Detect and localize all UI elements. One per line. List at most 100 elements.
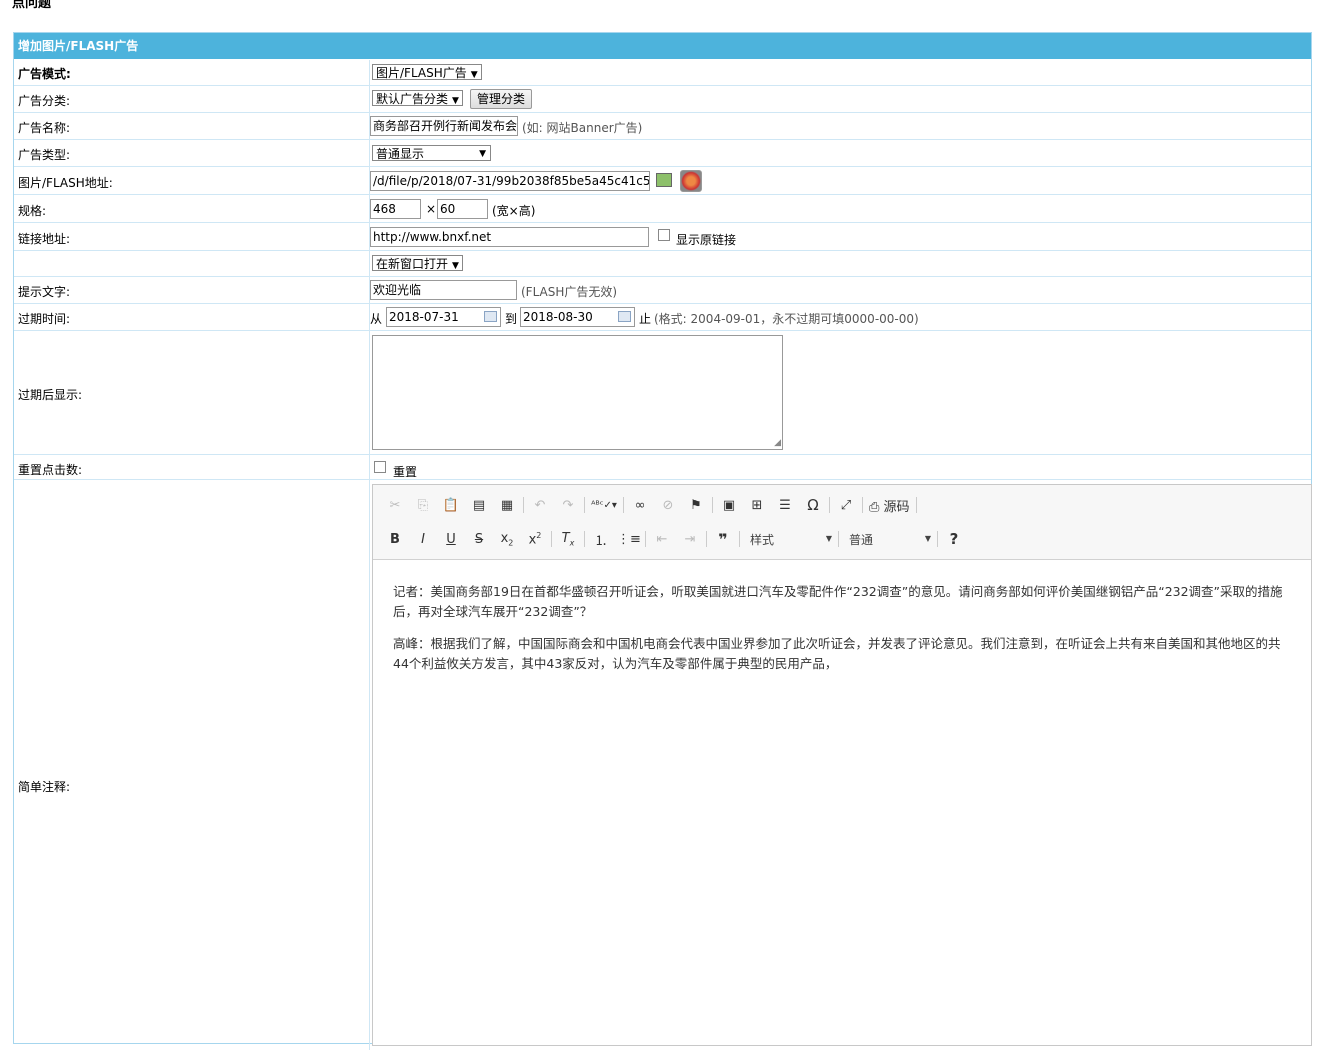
ad-mode-value: 图片/FLASH广告 [376,66,467,80]
style-combo[interactable]: 样式 ▼ [742,531,836,548]
manage-category-button[interactable]: 管理分类 [470,89,533,109]
remove-format-icon[interactable]: Tx [554,531,582,548]
format-combo[interactable]: 普通 ▼ [841,531,935,548]
size-label: 规格: [18,204,47,218]
outdent-icon[interactable]: ⇤ [648,532,676,547]
row-target: 在新窗口打开 ▼ [14,251,1311,277]
numbered-list-icon[interactable]: ⒈ [587,530,615,549]
paste-text-icon[interactable]: ▤ [465,498,493,513]
width-input[interactable]: 468 [370,199,421,219]
ad-name-input[interactable]: 商务部召开例行新闻发布会 [370,116,518,136]
height-input[interactable]: 60 [437,199,488,219]
toolbar-separator [551,531,552,547]
upload-icon[interactable] [680,170,702,192]
chevron-down-icon: ▼ [924,533,931,543]
reset-label: 重置点击数: [18,463,83,477]
ad-category-cell: 默认广告分类 ▼ 管理分类 [369,86,1311,112]
add-ad-form: 增加图片/FLASH广告 广告模式: 图片/FLASH广告 ▼ 广告分类: 默认广… [13,32,1312,1050]
redo-icon[interactable]: ↷ [554,498,582,513]
underline-icon[interactable]: U [437,532,465,547]
toolbar-separator [739,531,740,547]
ad-category-select[interactable]: 默认广告分类 ▼ [372,90,463,106]
form-header: 增加图片/FLASH广告 [14,33,1311,60]
tip-hint: (FLASH广告无效) [521,285,618,299]
image-url-input[interactable]: /d/file/p/2018/07-31/99b2038f85be5a45c41… [370,171,650,191]
superscript-icon[interactable]: x2 [521,531,549,547]
to-text: 到 [505,312,518,326]
ad-type-select[interactable]: 普通显示 ▼ [372,145,491,161]
unlink-icon[interactable]: ⊘ [654,498,682,513]
toolbar-separator [829,497,830,513]
spellcheck-icon[interactable]: ᴬᴮᶜ✓▾ [587,500,621,511]
strikethrough-icon[interactable]: S [465,532,493,547]
source-button[interactable]: ⎙ 源码 [865,496,914,515]
subscript-icon[interactable]: x2 [493,531,521,548]
maximize-icon[interactable]: ⤢ [832,498,860,513]
copy-icon[interactable]: ⎘ [409,498,437,513]
tip-input[interactable]: 欢迎光临 [370,280,517,300]
link-icon[interactable]: ∞ [626,498,654,513]
special-char-icon[interactable]: Ω [799,496,827,514]
ad-mode-cell: 图片/FLASH广告 ▼ [369,60,1311,85]
content-paragraph-1: 记者：美国商务部19日在首都华盛顿召开听证会，听取美国就进口汽车及零配件作“23… [393,584,1283,619]
ad-name-hint: (如: 网站Banner广告) [522,121,643,135]
toolbar-separator [838,531,839,547]
after-expire-cell: ◢ [369,331,1311,454]
blockquote-icon[interactable]: ❞ [709,530,737,549]
row-note: 简单注释: ✂ ⎘ 📋 ▤ ▦ ↶ ↷ ᴬᴮᶜ✓▾ ∞ ⊘ ⚑ ▣ ⊞ ☰ Ω … [14,480,1312,1050]
target-select[interactable]: 在新窗口打开 ▼ [372,255,463,271]
editor-content[interactable]: 记者：美国商务部19日在首都华盛顿召开听证会，听取美国就进口汽车及零配件作“23… [373,560,1311,708]
after-expire-textarea[interactable]: ◢ [372,335,783,450]
tip-cell: 欢迎光临 (FLASH广告无效) [369,277,1311,303]
editor-toolbar: ✂ ⎘ 📋 ▤ ▦ ↶ ↷ ᴬᴮᶜ✓▾ ∞ ⊘ ⚑ ▣ ⊞ ☰ Ω ⤢ ⎙ 源码… [373,485,1311,560]
bulleted-list-icon[interactable]: ⋮≡ [615,532,643,547]
expire-cell: 从 2018-07-31 到 2018-08-30 止 (格式: 2004-09… [369,304,1311,330]
expire-hint: (格式: 2004-09-01，永不过期可填0000-00-00) [654,312,919,326]
calendar-icon[interactable] [618,311,631,322]
reset-checkbox[interactable] [374,461,386,473]
anchor-flag-icon[interactable]: ⚑ [682,498,710,513]
link-input[interactable]: http://www.bnxf.net [370,227,649,247]
undo-icon[interactable]: ↶ [526,498,554,513]
calendar-icon[interactable] [484,311,497,322]
cut-icon[interactable]: ✂ [381,498,409,513]
toolbar-row-1: ✂ ⎘ 📋 ▤ ▦ ↶ ↷ ᴬᴮᶜ✓▾ ∞ ⊘ ⚑ ▣ ⊞ ☰ Ω ⤢ ⎙ 源码 [381,491,919,519]
expire-label: 过期时间: [18,312,71,326]
end-date-input[interactable]: 2018-08-30 [520,307,635,327]
chevron-down-icon: ▼ [470,70,478,80]
bold-icon[interactable]: B [381,532,409,547]
toolbar-separator [915,497,917,513]
show-original-link-checkbox[interactable] [658,229,670,241]
stop-text: 止 [639,312,652,326]
paste-word-icon[interactable]: ▦ [493,498,521,513]
size-hint: (宽×高) [492,204,536,218]
toolbar-separator [937,531,938,547]
after-expire-label: 过期后显示: [18,388,83,402]
row-ad-name: 广告名称: 商务部召开例行新闻发布会 (如: 网站Banner广告) [14,113,1311,140]
content-paragraph-2: 高峰：根据我们了解，中国国际商会和中国机电商会代表中国业界参加了此次听证会，并发… [393,636,1281,671]
toolbar-separator [706,531,707,547]
ad-type-cell: 普通显示 ▼ [369,140,1311,166]
chevron-down-icon: ▼ [452,96,459,106]
ad-mode-select[interactable]: 图片/FLASH广告 ▼ [372,64,482,80]
toolbar-separator [523,497,524,513]
table-icon[interactable]: ⊞ [743,498,771,513]
ad-category-value: 默认广告分类 [376,92,449,106]
paste-icon[interactable]: 📋 [437,498,465,513]
start-date-input[interactable]: 2018-07-31 [386,307,501,327]
image-url-cell: /d/file/p/2018/07-31/99b2038f85be5a45c41… [369,167,1311,194]
ad-mode-label: 广告模式: [18,67,71,81]
horizontal-rule-icon[interactable]: ☰ [771,498,799,513]
row-tip: 提示文字: 欢迎光临 (FLASH广告无效) [14,277,1311,304]
indent-icon[interactable]: ⇥ [676,532,704,547]
chevron-down-icon: ▼ [479,149,486,159]
italic-icon[interactable]: I [409,532,437,547]
select-image-icon[interactable] [656,173,672,187]
ad-category-label: 广告分类: [18,94,71,108]
toolbar-separator [584,497,585,513]
row-ad-type: 广告类型: 普通显示 ▼ [14,140,1311,167]
resize-handle-icon[interactable]: ◢ [774,438,781,448]
help-icon[interactable]: ? [940,530,968,548]
source-label: 源码 [883,499,910,515]
image-icon[interactable]: ▣ [715,498,743,513]
